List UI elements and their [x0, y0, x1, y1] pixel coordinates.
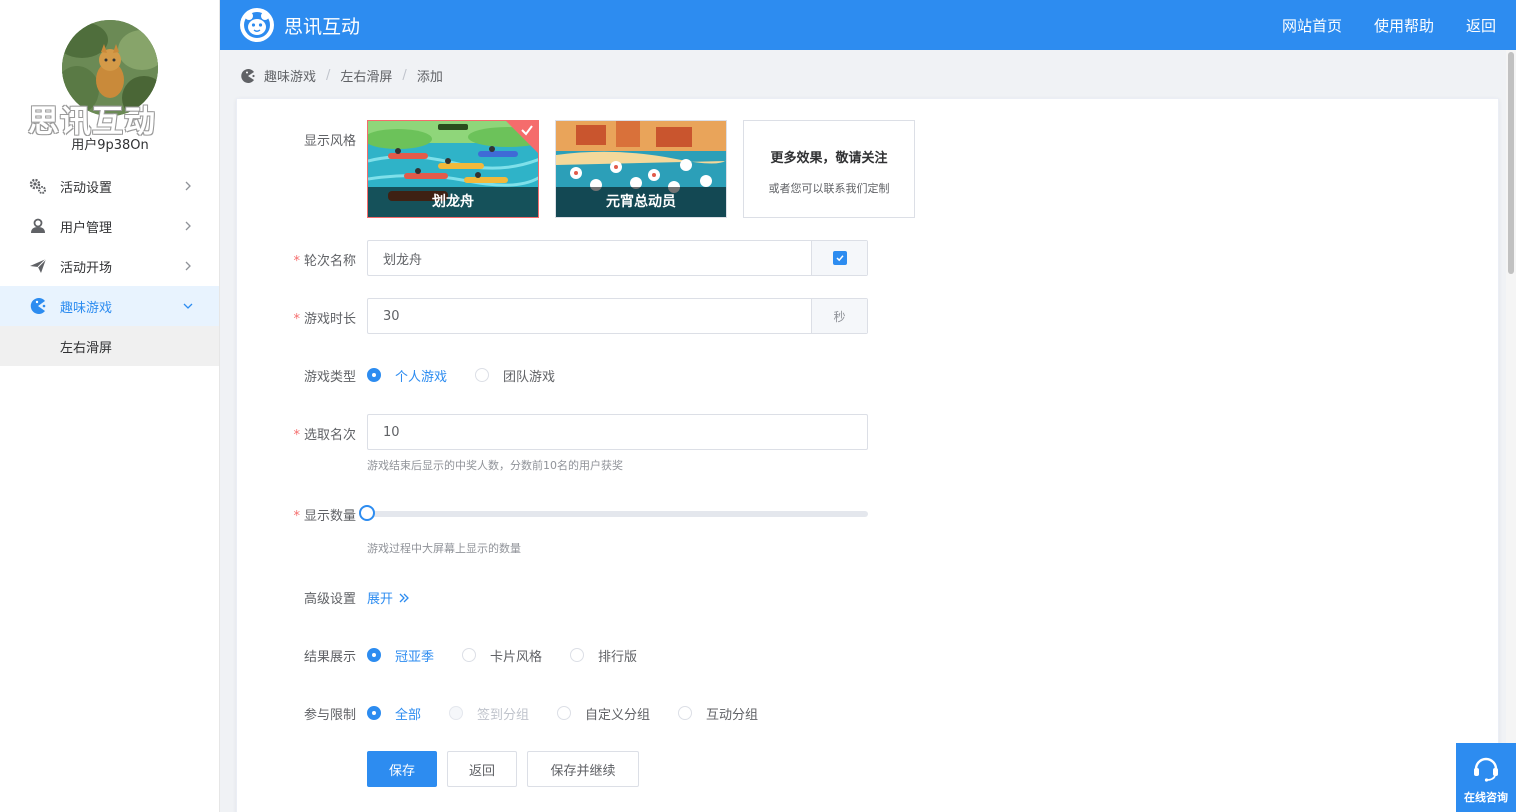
breadcrumb-item[interactable]: 左右滑屏	[340, 66, 392, 85]
radio-dot	[462, 648, 477, 662]
username: 用户9p38On	[71, 138, 149, 153]
paper-plane-icon	[28, 256, 48, 276]
radio-dot	[678, 706, 693, 720]
user-icon	[28, 216, 48, 236]
duration-input[interactable]	[368, 299, 811, 333]
breadcrumb-current: 添加	[416, 70, 443, 85]
round-name-label: * 轮次名称	[293, 254, 356, 269]
top-bar: 思讯互动 网站首页 使用帮助 返回	[220, 0, 1516, 50]
style-caption: 划龙舟	[368, 187, 538, 217]
save-continue-button[interactable]: 保存并继续	[527, 751, 639, 787]
game-type-radio-group: 个人游戏 团队游戏	[367, 365, 583, 385]
radio-dot	[570, 648, 585, 662]
style-label: 显示风格	[303, 134, 356, 149]
rank-count-label: * 选取名次	[293, 428, 356, 443]
pacman-icon	[28, 296, 48, 316]
breadcrumb: 趣味游戏 / 左右滑屏 / 添加	[240, 66, 443, 85]
sidebar-menu: 活动设置 用户管理 活动开场 趣味游戏 左右滑屏	[0, 166, 219, 366]
round-name-checkbox[interactable]	[811, 241, 867, 275]
gears-icon	[28, 176, 48, 196]
sidebar-item-label: 活动设置	[60, 180, 113, 196]
sidebar-item-activity-settings[interactable]: 活动设置	[0, 166, 219, 206]
rank-count-input[interactable]	[368, 415, 867, 449]
participation-radio-group: 全部 签到分组 自定义分组 互动分组	[367, 703, 786, 723]
chevron-right-icon	[185, 261, 191, 271]
breadcrumb-item[interactable]: 趣味游戏	[264, 66, 316, 85]
game-type-team[interactable]: 团队游戏	[475, 366, 555, 385]
more-styles-title: 更多效果，敬请关注	[770, 151, 888, 166]
page-scrollbar[interactable]	[1506, 50, 1516, 812]
style-caption: 元宵总动员	[556, 187, 726, 217]
advanced-label: 高级设置	[303, 592, 356, 607]
game-type-label: 游戏类型	[303, 370, 356, 385]
slider-handle[interactable]	[359, 505, 375, 521]
sidebar-item-label: 用户管理	[60, 220, 113, 236]
duration-group: 秒	[367, 298, 868, 334]
display-count-slider[interactable]	[359, 505, 868, 521]
participation-all[interactable]: 全部	[367, 704, 421, 723]
breadcrumb-separator: /	[326, 68, 331, 83]
breadcrumb-separator: /	[402, 68, 407, 83]
sidebar-item-user-management[interactable]: 用户管理	[0, 206, 219, 246]
sidebar-item-fun-games[interactable]: 趣味游戏	[0, 286, 219, 326]
radio-dot	[367, 648, 381, 662]
rank-count-help: 游戏结束后显示的中奖人数，分数前10名的用户获奖	[367, 459, 623, 472]
sidebar-item-activity-opening[interactable]: 活动开场	[0, 246, 219, 286]
back-link[interactable]: 返回	[1466, 15, 1496, 36]
more-styles-box: 更多效果，敬请关注 或者您可以联系我们定制	[743, 120, 915, 218]
chevron-down-icon	[183, 303, 193, 309]
form-card: 显示风格 划龙舟 元宵总动员 更多效果，敬请关注 或者您可以联系我们定制 * 轮…	[236, 98, 1499, 812]
sidebar-subitem-swipe[interactable]: 左右滑屏	[0, 326, 219, 366]
home-link[interactable]: 网站首页	[1282, 15, 1342, 36]
result-card[interactable]: 卡片风格	[462, 646, 542, 665]
top-links: 网站首页 使用帮助 返回	[1250, 15, 1496, 36]
back-button[interactable]: 返回	[447, 751, 517, 787]
participation-signin-group: 签到分组	[449, 704, 529, 723]
app-title: 思讯互动	[284, 15, 361, 38]
check-icon	[521, 125, 533, 136]
round-name-input[interactable]	[368, 241, 811, 275]
pacman-icon	[241, 68, 255, 83]
style-option-lantern-festival[interactable]: 元宵总动员	[555, 120, 727, 218]
sidebar-item-label: 活动开场	[60, 260, 113, 276]
radio-dot	[367, 706, 381, 720]
help-link[interactable]: 使用帮助	[1374, 15, 1434, 36]
display-count-help: 游戏过程中大屏幕上显示的数量	[367, 542, 521, 555]
double-chevron-right-icon	[399, 593, 409, 602]
duration-unit: 秒	[811, 299, 867, 333]
logo-icon[interactable]	[238, 6, 276, 44]
round-name-group	[367, 240, 868, 276]
display-count-label: * 显示数量	[293, 509, 356, 524]
participation-custom-group[interactable]: 自定义分组	[557, 704, 650, 723]
more-styles-subtitle: 或者您可以联系我们定制	[768, 182, 890, 195]
advanced-expand-link[interactable]: 展开	[367, 588, 411, 607]
game-type-personal[interactable]: 个人游戏	[367, 366, 447, 385]
result-ranking[interactable]: 排行版	[570, 646, 637, 665]
online-consult-button[interactable]: 在线咨询	[1456, 743, 1516, 812]
scrollbar-thumb[interactable]	[1508, 52, 1514, 274]
radio-dot	[367, 368, 381, 382]
result-display-label: 结果展示	[303, 650, 356, 665]
chevron-right-icon	[185, 221, 191, 231]
style-option-dragon-boat[interactable]: 划龙舟	[367, 120, 539, 218]
radio-dot	[449, 706, 464, 720]
headset-icon	[1474, 757, 1498, 782]
sidebar-subitem-label: 左右滑屏	[60, 340, 113, 356]
save-button[interactable]: 保存	[367, 751, 437, 787]
sidebar-item-label: 趣味游戏	[60, 300, 113, 316]
checkbox-checked-icon	[832, 251, 847, 265]
duration-label: * 游戏时长	[293, 312, 356, 327]
participation-interactive-group[interactable]: 互动分组	[678, 704, 758, 723]
result-display-radio-group: 冠亚季 卡片风格 排行版	[367, 645, 665, 665]
participation-label: 参与限制	[303, 708, 356, 723]
result-podium[interactable]: 冠亚季	[367, 646, 434, 665]
consult-label: 在线咨询	[1464, 791, 1508, 804]
sidebar: 思讯互动 用户9p38On 活动设置 用户管理 活动开场 趣味游戏 左右滑屏	[0, 0, 220, 812]
radio-dot	[475, 368, 490, 382]
rank-count-group	[367, 414, 868, 450]
radio-dot	[557, 706, 572, 720]
chevron-right-icon	[185, 181, 191, 191]
